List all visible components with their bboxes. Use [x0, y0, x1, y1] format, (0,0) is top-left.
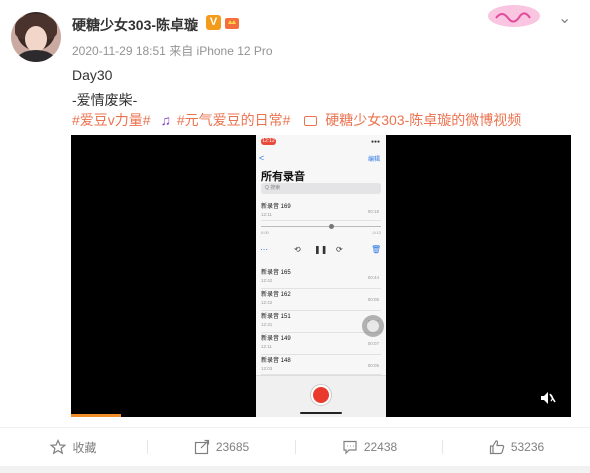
phone-now-playing: 新录音 169 12:11 00:18: [261, 201, 381, 221]
post-text-line-1: Day30: [72, 67, 113, 83]
star-icon: [50, 439, 67, 455]
comment-count: 22438: [363, 440, 398, 454]
decorative-stamp-image: [488, 5, 540, 27]
phone-signal-icon: ●●●: [370, 139, 380, 145]
tag-link-2[interactable]: #元气爱豆的日常#: [177, 112, 291, 128]
phone-forward-icon: ⟳: [336, 245, 343, 254]
repost-count: 23685: [215, 440, 250, 454]
crown-icon[interactable]: [224, 14, 240, 30]
bottom-divider: [0, 466, 590, 473]
weibo-post-card: 硬糖少女303-陈卓璇 V 2020-11-29 18:51 来自 iPhone…: [0, 0, 590, 473]
phone-recording-row: 新录音 149 12:11 00:07: [261, 333, 381, 355]
favorite-button[interactable]: 收藏: [0, 428, 147, 466]
phone-recording-row: 新录音 165 12:42 00:44: [261, 267, 381, 289]
post-text-line-2: -爱情废柴-: [72, 92, 138, 108]
phone-record-button-icon: [310, 384, 332, 406]
music-note-icon: ♫: [160, 112, 171, 128]
phone-playback-controls: ⋯ ⟲ ❚❚ ⟳ 🗑: [256, 245, 386, 259]
post-meta: 2020-11-29 18:51 来自 iPhone 12 Pro: [72, 44, 273, 58]
mute-icon[interactable]: [539, 389, 557, 407]
video-frame-phone-screen: 12:12 ●●● < 编辑 所有录音 Q 搜索 新录音 169 12:11 0…: [256, 135, 386, 417]
phone-recording-row: 新录音 148 12:03 00:05: [261, 355, 381, 375]
comment-button[interactable]: 22438: [296, 428, 443, 466]
phone-scrubber: [261, 224, 381, 229]
verified-badge[interactable]: V: [206, 15, 221, 30]
comment-icon: [343, 440, 357, 455]
phone-status-time: 12:12: [261, 138, 276, 145]
phone-rewind-icon: ⟲: [294, 245, 301, 254]
phone-back-icon: <: [259, 153, 265, 163]
phone-scrub-times: 0:00 -0:12: [261, 230, 381, 235]
thumbs-up-icon: [489, 440, 505, 455]
video-progress-bar[interactable]: [71, 414, 121, 417]
repost-button[interactable]: 23685: [148, 428, 295, 466]
video-source-link[interactable]: 硬糖少女303-陈卓璇的微博视频: [325, 112, 521, 128]
phone-assistive-touch-icon: [362, 315, 384, 337]
video-icon: [304, 116, 318, 126]
phone-pause-icon: ❚❚: [314, 245, 328, 254]
post-action-bar: 收藏 23685 22438 53236: [0, 427, 590, 465]
video-player[interactable]: 12:12 ●●● < 编辑 所有录音 Q 搜索 新录音 169 12:11 0…: [71, 135, 571, 417]
repost-icon: [194, 439, 209, 455]
phone-record-bar: [256, 375, 386, 417]
phone-more-icon: ⋯: [260, 245, 268, 254]
author-avatar[interactable]: [11, 12, 61, 62]
like-button[interactable]: 53236: [443, 428, 590, 466]
phone-search: Q 搜索: [261, 183, 381, 194]
author-name[interactable]: 硬糖少女303-陈卓璇: [72, 15, 198, 35]
favorite-label: 收藏: [72, 440, 97, 455]
like-count: 53236: [510, 440, 545, 454]
chevron-down-icon[interactable]: ⌄: [558, 8, 571, 28]
phone-edit-label: 编辑: [367, 157, 380, 163]
phone-home-indicator: [300, 412, 342, 414]
tag-link-1[interactable]: #爱豆v力量#: [72, 112, 151, 128]
phone-recording-row: 新录音 162 12:42 00:05: [261, 289, 381, 311]
phone-title: 所有录音: [261, 171, 305, 183]
phone-trash-icon: 🗑: [371, 245, 382, 254]
post-tags: #爱豆v力量# ♫ #元气爱豆的日常# 硬糖少女303-陈卓璇的微博视频: [72, 110, 521, 130]
